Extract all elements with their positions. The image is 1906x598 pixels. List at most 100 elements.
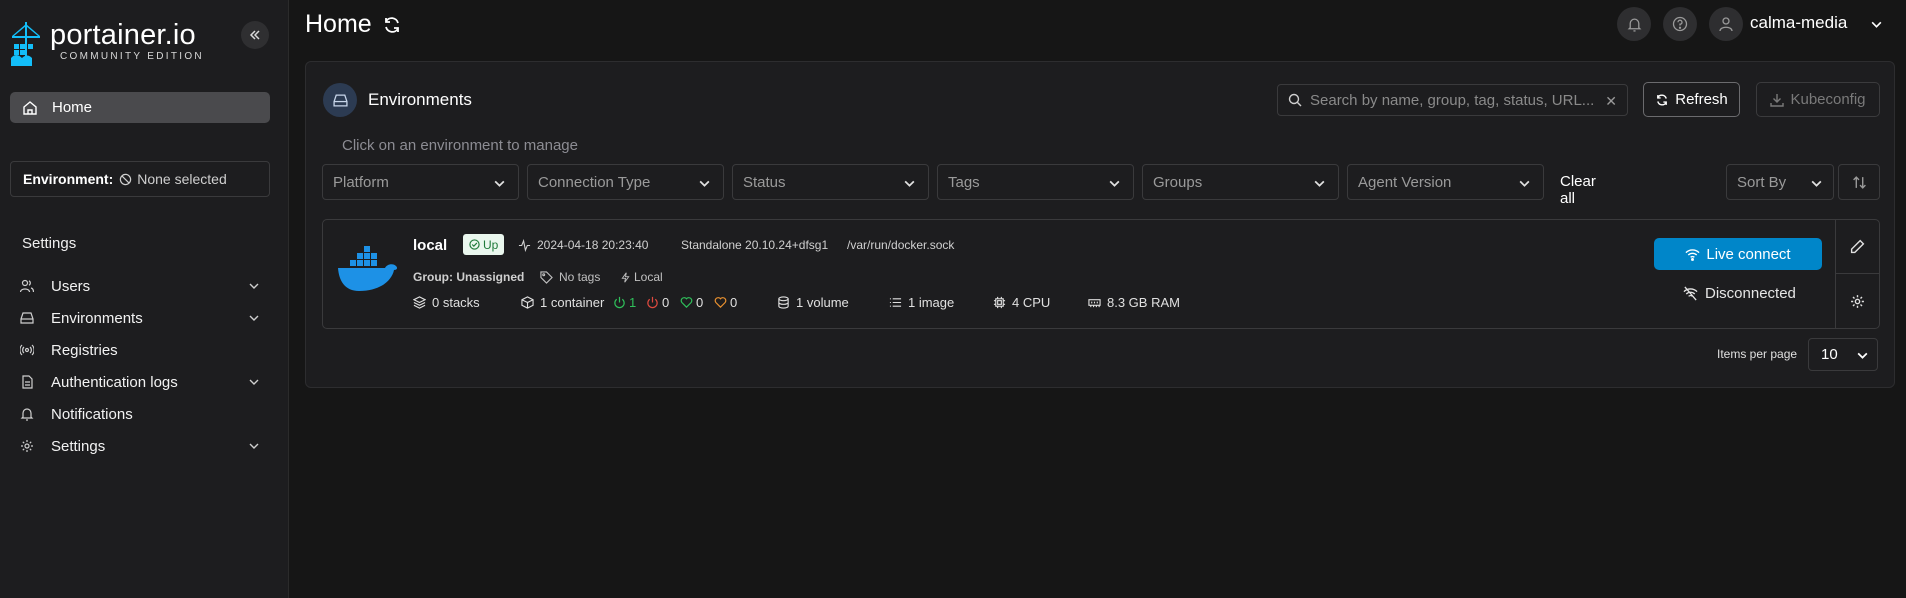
check-circle-icon bbox=[469, 239, 480, 250]
drive-icon bbox=[20, 312, 34, 324]
live-connect-button[interactable]: Live connect bbox=[1654, 238, 1822, 270]
sidebar: portainer.io COMMUNITY EDITION Home Envi… bbox=[0, 0, 289, 598]
collapse-sidebar-button[interactable] bbox=[241, 21, 269, 49]
environments-header-icon bbox=[323, 83, 357, 117]
filter-label: Agent Version bbox=[1358, 173, 1452, 191]
cpu-info: 4 CPU bbox=[993, 295, 1050, 310]
refresh-button-label: Refresh bbox=[1675, 91, 1728, 108]
ram-info: 8.3 GB RAM bbox=[1088, 295, 1180, 310]
page-title: Home bbox=[305, 10, 402, 39]
environment-card[interactable]: local Up 2024-04-18 20:23:40 Standalone … bbox=[322, 219, 1880, 329]
filter-tags[interactable]: Tags bbox=[937, 164, 1134, 200]
drive-icon bbox=[332, 94, 348, 106]
volumes-count: 1 volume bbox=[777, 295, 849, 310]
filter-connection-type[interactable]: Connection Type bbox=[527, 164, 724, 200]
user-menu-name[interactable]: calma-media bbox=[1750, 13, 1847, 33]
filter-label: Groups bbox=[1153, 173, 1203, 191]
images-count: 1 image bbox=[889, 295, 954, 310]
connection-status: Disconnected bbox=[1683, 285, 1796, 302]
refresh-button[interactable]: Refresh bbox=[1643, 82, 1740, 117]
sidebar-item-users[interactable]: Users bbox=[20, 270, 260, 302]
refresh-icon[interactable] bbox=[382, 15, 402, 35]
bell-icon bbox=[1627, 18, 1641, 32]
chevron-down-icon[interactable] bbox=[248, 312, 260, 324]
heartbeat-info: 2024-04-18 20:23:40 bbox=[518, 238, 648, 252]
unhealthy-value: 0 bbox=[730, 295, 738, 310]
search-input[interactable] bbox=[1310, 91, 1600, 109]
items-per-page-select[interactable]: 10 bbox=[1808, 338, 1878, 371]
items-per-page-value: 10 bbox=[1821, 346, 1838, 363]
healthy-value: 0 bbox=[696, 295, 704, 310]
filter-label: Tags bbox=[948, 173, 980, 191]
sort-by-label: Sort By bbox=[1737, 173, 1787, 191]
clear-all-filters-link[interactable]: Clear all bbox=[1560, 173, 1596, 207]
clear-search-icon[interactable]: ✕ bbox=[1605, 93, 1617, 110]
sidebar-item-notifications[interactable]: Notifications bbox=[20, 398, 260, 430]
home-icon bbox=[23, 100, 37, 115]
user-avatar[interactable] bbox=[1709, 7, 1743, 41]
type-text: Local bbox=[634, 270, 663, 284]
filter-agent-version[interactable]: Agent Version bbox=[1347, 164, 1544, 200]
filter-platform[interactable]: Platform bbox=[322, 164, 519, 200]
tags-text: No tags bbox=[559, 270, 601, 284]
help-button[interactable] bbox=[1663, 7, 1697, 41]
sidebar-item-home[interactable]: Home bbox=[10, 92, 270, 123]
type-info: Local bbox=[620, 270, 663, 284]
filter-status[interactable]: Status bbox=[732, 164, 929, 200]
wifi-icon bbox=[1685, 248, 1700, 261]
refresh-icon bbox=[1657, 93, 1668, 106]
sidebar-item-authentication-logs[interactable]: Authentication logs bbox=[20, 366, 260, 398]
memory-icon bbox=[1088, 299, 1101, 308]
sidebar-item-settings[interactable]: Settings bbox=[20, 430, 260, 462]
help-circle-icon bbox=[1672, 16, 1688, 32]
sidebar-item-environments[interactable]: Environments bbox=[20, 302, 260, 334]
chevron-down-icon[interactable] bbox=[248, 376, 260, 388]
environment-name: local bbox=[413, 237, 448, 254]
sidebar-item-label: Environments bbox=[51, 309, 143, 327]
sidebar-item-registries[interactable]: Registries bbox=[20, 334, 260, 366]
bell-icon bbox=[20, 408, 34, 421]
sidebar-item-label: Registries bbox=[51, 341, 118, 359]
edit-environment-button[interactable] bbox=[1836, 220, 1879, 274]
connection-status-text: Disconnected bbox=[1705, 285, 1796, 302]
environment-actions bbox=[1835, 220, 1879, 328]
brand-edition: COMMUNITY EDITION bbox=[60, 51, 204, 62]
sidebar-item-label: Notifications bbox=[51, 405, 133, 423]
sidebar-item-label: Authentication logs bbox=[51, 373, 178, 391]
portainer-logo[interactable]: portainer.io COMMUNITY EDITION bbox=[10, 20, 204, 68]
sort-by-select[interactable]: Sort By bbox=[1726, 164, 1834, 200]
chevron-down-icon bbox=[1314, 180, 1325, 187]
filter-label: Platform bbox=[333, 173, 389, 191]
gear-icon bbox=[21, 440, 33, 452]
portainer-crane-icon bbox=[11, 22, 40, 66]
pencil-icon bbox=[1850, 239, 1865, 254]
stacks-count: 0 stacks bbox=[413, 295, 480, 310]
unhealthy-count: 0 bbox=[714, 295, 737, 310]
notifications-button[interactable] bbox=[1617, 7, 1651, 41]
database-icon bbox=[778, 296, 789, 309]
environment-settings-button[interactable] bbox=[1836, 274, 1879, 328]
environments-hint: Click on an environment to manage bbox=[342, 137, 578, 154]
file-icon bbox=[22, 375, 33, 389]
environment-value: None selected bbox=[137, 171, 227, 187]
chevron-down-icon[interactable] bbox=[248, 280, 260, 292]
sort-arrows-icon bbox=[1852, 175, 1866, 189]
sort-direction-button[interactable] bbox=[1838, 164, 1880, 200]
chevron-down-icon[interactable] bbox=[248, 440, 260, 452]
search-box[interactable]: ✕ bbox=[1277, 84, 1628, 116]
containers-text: 1 container bbox=[540, 295, 605, 310]
heart-broken-icon bbox=[714, 297, 727, 308]
group-info: Group: Unassigned bbox=[413, 270, 525, 284]
running-count: 1 bbox=[613, 295, 636, 310]
chevron-down-icon bbox=[494, 180, 505, 187]
kubeconfig-button[interactable]: Kubeconfig bbox=[1756, 82, 1880, 117]
stopped-value: 0 bbox=[662, 295, 670, 310]
items-per-page-label: Items per page bbox=[1717, 347, 1798, 361]
filter-label: Status bbox=[743, 173, 786, 191]
environment-selector[interactable]: Environment: None selected bbox=[10, 161, 270, 197]
tag-icon bbox=[540, 270, 553, 284]
chevron-down-icon[interactable] bbox=[1870, 18, 1883, 31]
filter-groups[interactable]: Groups bbox=[1142, 164, 1339, 200]
sidebar-item-label: Settings bbox=[51, 437, 106, 455]
filter-label: Connection Type bbox=[538, 173, 651, 191]
